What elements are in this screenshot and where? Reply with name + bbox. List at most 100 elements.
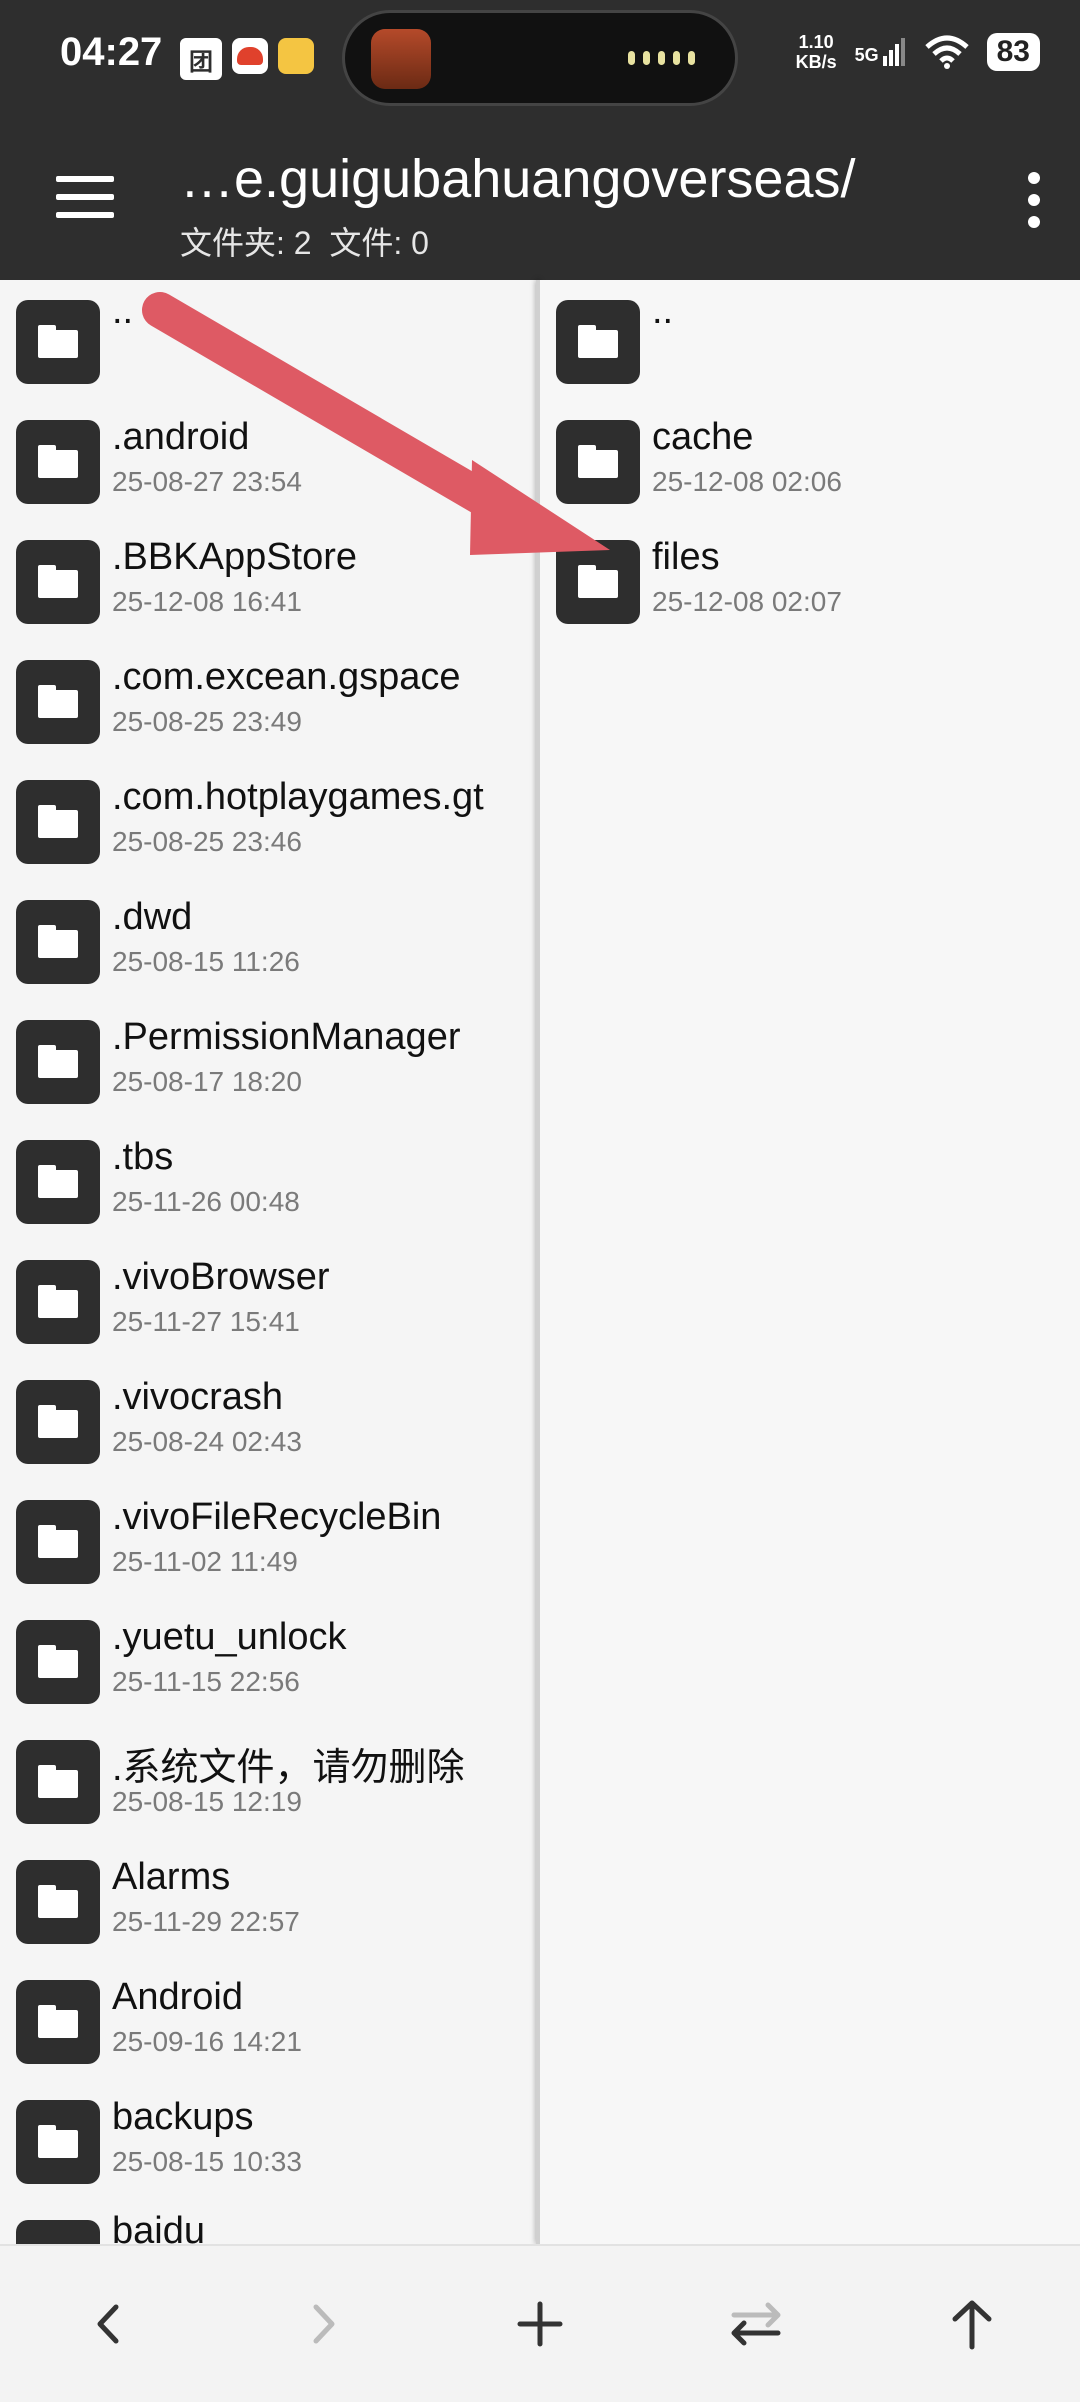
- app-bar: …e.guigubahuangoverseas/ 文件夹: 2 文件: 0: [0, 120, 1080, 280]
- file-row[interactable]: .android 25-08-27 23:54: [0, 400, 536, 520]
- file-name: files: [652, 536, 720, 578]
- folder-icon: [16, 780, 100, 864]
- folder-icon: [16, 1020, 100, 1104]
- file-row[interactable]: .com.hotplaygames.gt 25-08-25 23:46: [0, 760, 536, 880]
- file-date: 25-11-29 22:57: [112, 1906, 300, 1937]
- file-row[interactable]: .dwd 25-08-15 11:26: [0, 880, 536, 1000]
- notification-icons: 团: [180, 38, 314, 80]
- file-date: 25-09-16 14:21: [112, 2026, 302, 2057]
- folder-icon: [556, 540, 640, 624]
- file-row[interactable]: .vivocrash 25-08-24 02:43: [0, 1360, 536, 1480]
- file-row[interactable]: ..: [540, 280, 1080, 400]
- add-icon[interactable]: [492, 2276, 588, 2372]
- file-date: 25-08-17 18:20: [112, 1066, 302, 1097]
- audio-wave-icon: [628, 51, 695, 65]
- status-time: 04:27: [60, 30, 163, 74]
- file-row[interactable]: .PermissionManager 25-08-17 18:20: [0, 1000, 536, 1120]
- file-row[interactable]: Android 25-09-16 14:21: [0, 1960, 536, 2080]
- file-name: .PermissionManager: [112, 1016, 461, 1058]
- file-date: 25-11-26 00:48: [112, 1186, 300, 1217]
- file-row[interactable]: files 25-12-08 02:07: [540, 520, 1080, 640]
- file-row[interactable]: .tbs 25-11-26 00:48: [0, 1120, 536, 1240]
- folder-icon: [16, 1740, 100, 1824]
- dynamic-island[interactable]: [342, 10, 738, 106]
- file-name: Alarms: [112, 1856, 231, 1898]
- file-date: 25-08-15 12:19: [112, 1786, 302, 1817]
- file-date: 25-12-08 02:07: [652, 586, 842, 617]
- folder-icon: [16, 1500, 100, 1584]
- signal-icon: 5G: [855, 38, 907, 66]
- file-row[interactable]: .系统文件，请勿删除 25-08-15 12:19: [0, 1720, 536, 1840]
- bottom-toolbar: [0, 2244, 1080, 2402]
- file-row[interactable]: ..: [0, 280, 536, 400]
- file-name: .yuetu_unlock: [112, 1616, 347, 1658]
- file-name: .dwd: [112, 896, 193, 938]
- left-file-pane[interactable]: .. .android 25-08-27 23:54 .BBKAppStore 25-1…: [0, 280, 536, 2244]
- folder-icon: [16, 2220, 100, 2244]
- file-name: ..: [112, 290, 134, 332]
- menu-icon[interactable]: [56, 176, 114, 230]
- folder-icon: [16, 1620, 100, 1704]
- game-app-icon: [371, 29, 431, 89]
- file-row[interactable]: .vivoFileRecycleBin 25-11-02 11:49: [0, 1480, 536, 1600]
- folder-icon: [16, 1980, 100, 2064]
- file-name: .系统文件，请勿删除: [112, 1747, 465, 1789]
- file-row[interactable]: .vivoBrowser 25-11-27 15:41: [0, 1240, 536, 1360]
- status-bar: 04:27 团 1.10 KB/s 5G 83: [0, 0, 1080, 120]
- file-row[interactable]: baidu: [0, 2200, 536, 2244]
- file-row[interactable]: .yuetu_unlock 25-11-15 22:56: [0, 1600, 536, 1720]
- folder-file-count: 文件夹: 2 文件: 0: [180, 225, 429, 261]
- folder-icon: [16, 1260, 100, 1344]
- folder-icon: [16, 420, 100, 504]
- file-date: 25-08-24 02:43: [112, 1426, 302, 1457]
- folder-icon: [16, 1380, 100, 1464]
- file-date: 25-11-15 22:56: [112, 1666, 300, 1697]
- file-date: 25-08-25 23:49: [112, 706, 302, 737]
- back-icon[interactable]: [60, 2276, 156, 2372]
- file-name: .android: [112, 416, 250, 458]
- file-name: .com.excean.gspace: [112, 656, 461, 698]
- file-date: 25-08-15 11:26: [112, 946, 300, 977]
- file-date: 25-11-27 15:41: [112, 1306, 300, 1337]
- file-row[interactable]: .com.excean.gspace 25-08-25 23:49: [0, 640, 536, 760]
- folder-icon: [16, 1140, 100, 1224]
- file-name: baidu: [112, 2210, 205, 2244]
- wifi-icon: [924, 35, 969, 69]
- right-file-pane[interactable]: .. cache 25-12-08 02:06 files 25-12-08 02:07: [540, 280, 1080, 2244]
- file-row[interactable]: backups 25-08-15 10:33: [0, 2080, 536, 2200]
- app-icon-red: [232, 38, 268, 74]
- file-name: .tbs: [112, 1136, 174, 1178]
- status-right: 1.10 KB/s 5G 83: [796, 32, 1040, 72]
- folder-icon: [556, 420, 640, 504]
- file-date: 25-11-02 11:49: [112, 1546, 298, 1577]
- file-name: cache: [652, 416, 754, 458]
- file-date: 25-12-08 16:41: [112, 586, 302, 617]
- net-speed: 1.10 KB/s: [795, 32, 837, 72]
- file-row[interactable]: Alarms 25-11-29 22:57: [0, 1840, 536, 1960]
- file-date: 25-08-15 10:33: [112, 2146, 302, 2177]
- folder-icon: [16, 300, 100, 384]
- file-name: .com.hotplaygames.gt: [112, 776, 484, 818]
- up-icon[interactable]: [924, 2276, 1020, 2372]
- file-row[interactable]: cache 25-12-08 02:06: [540, 400, 1080, 520]
- notes-icon: [278, 38, 314, 74]
- file-name: .vivoBrowser: [112, 1256, 330, 1298]
- file-name: Android: [112, 1976, 243, 2018]
- more-options-icon[interactable]: [1026, 172, 1042, 238]
- file-name: ..: [652, 290, 674, 332]
- folder-icon: [16, 540, 100, 624]
- battery-indicator: 83: [986, 33, 1040, 71]
- file-row[interactable]: .BBKAppStore 25-12-08 16:41: [0, 520, 536, 640]
- file-date: 25-08-25 23:46: [112, 826, 302, 857]
- current-path: …e.guigubahuangoverseas/: [180, 149, 856, 209]
- folder-icon: [556, 300, 640, 384]
- file-name: backups: [112, 2096, 254, 2138]
- file-date: 25-08-27 23:54: [112, 466, 302, 497]
- meituan-icon: 团: [180, 38, 222, 80]
- folder-icon: [16, 1860, 100, 1944]
- swap-panes-icon[interactable]: [708, 2276, 804, 2372]
- file-name: .vivocrash: [112, 1376, 284, 1418]
- file-name: .vivoFileRecycleBin: [112, 1496, 442, 1538]
- forward-icon[interactable]: [276, 2276, 372, 2372]
- folder-icon: [16, 660, 100, 744]
